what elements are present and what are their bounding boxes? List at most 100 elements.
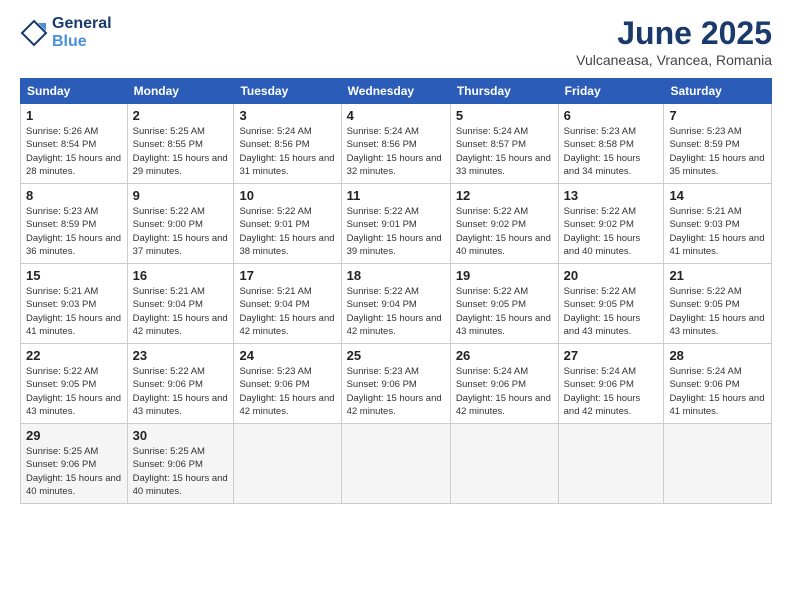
day-number: 4 <box>347 108 445 123</box>
day-info: Sunrise: 5:22 AM Sunset: 9:05 PM Dayligh… <box>669 285 766 338</box>
day-info: Sunrise: 5:23 AM Sunset: 8:58 PM Dayligh… <box>564 125 659 178</box>
day-number: 22 <box>26 348 122 363</box>
col-sunday: Sunday <box>21 79 128 104</box>
day-number: 18 <box>347 268 445 283</box>
table-row: 10 Sunrise: 5:22 AM Sunset: 9:01 PM Dayl… <box>234 184 341 264</box>
table-row: 13 Sunrise: 5:22 AM Sunset: 9:02 PM Dayl… <box>558 184 664 264</box>
day-info: Sunrise: 5:22 AM Sunset: 9:00 PM Dayligh… <box>133 205 229 258</box>
day-info: Sunrise: 5:22 AM Sunset: 9:01 PM Dayligh… <box>347 205 445 258</box>
day-number: 8 <box>26 188 122 203</box>
day-info: Sunrise: 5:24 AM Sunset: 9:06 PM Dayligh… <box>669 365 766 418</box>
table-row: 6 Sunrise: 5:23 AM Sunset: 8:58 PM Dayli… <box>558 104 664 184</box>
col-friday: Friday <box>558 79 664 104</box>
day-info: Sunrise: 5:23 AM Sunset: 8:59 PM Dayligh… <box>669 125 766 178</box>
col-monday: Monday <box>127 79 234 104</box>
table-row: 30 Sunrise: 5:25 AM Sunset: 9:06 PM Dayl… <box>127 424 234 504</box>
day-info: Sunrise: 5:22 AM Sunset: 9:06 PM Dayligh… <box>133 365 229 418</box>
table-row: 29 Sunrise: 5:25 AM Sunset: 9:06 PM Dayl… <box>21 424 128 504</box>
month-title: June 2025 <box>576 15 772 52</box>
day-number: 10 <box>239 188 335 203</box>
day-info: Sunrise: 5:24 AM Sunset: 9:06 PM Dayligh… <box>456 365 553 418</box>
table-row: 12 Sunrise: 5:22 AM Sunset: 9:02 PM Dayl… <box>450 184 558 264</box>
col-tuesday: Tuesday <box>234 79 341 104</box>
table-row: 20 Sunrise: 5:22 AM Sunset: 9:05 PM Dayl… <box>558 264 664 344</box>
day-info: Sunrise: 5:26 AM Sunset: 8:54 PM Dayligh… <box>26 125 122 178</box>
table-row: 26 Sunrise: 5:24 AM Sunset: 9:06 PM Dayl… <box>450 344 558 424</box>
table-row: 22 Sunrise: 5:22 AM Sunset: 9:05 PM Dayl… <box>21 344 128 424</box>
table-row: 23 Sunrise: 5:22 AM Sunset: 9:06 PM Dayl… <box>127 344 234 424</box>
day-info: Sunrise: 5:22 AM Sunset: 9:01 PM Dayligh… <box>239 205 335 258</box>
table-row <box>558 424 664 504</box>
table-row: 7 Sunrise: 5:23 AM Sunset: 8:59 PM Dayli… <box>664 104 772 184</box>
col-saturday: Saturday <box>664 79 772 104</box>
day-info: Sunrise: 5:21 AM Sunset: 9:03 PM Dayligh… <box>26 285 122 338</box>
day-info: Sunrise: 5:23 AM Sunset: 8:59 PM Dayligh… <box>26 205 122 258</box>
table-row: 21 Sunrise: 5:22 AM Sunset: 9:05 PM Dayl… <box>664 264 772 344</box>
day-number: 19 <box>456 268 553 283</box>
table-row: 1 Sunrise: 5:26 AM Sunset: 8:54 PM Dayli… <box>21 104 128 184</box>
day-number: 26 <box>456 348 553 363</box>
day-number: 9 <box>133 188 229 203</box>
day-number: 17 <box>239 268 335 283</box>
day-info: Sunrise: 5:22 AM Sunset: 9:05 PM Dayligh… <box>456 285 553 338</box>
day-number: 6 <box>564 108 659 123</box>
day-number: 7 <box>669 108 766 123</box>
header: General Blue June 2025 Vulcaneasa, Vranc… <box>20 15 772 68</box>
day-number: 3 <box>239 108 335 123</box>
table-row: 8 Sunrise: 5:23 AM Sunset: 8:59 PM Dayli… <box>21 184 128 264</box>
table-row: 19 Sunrise: 5:22 AM Sunset: 9:05 PM Dayl… <box>450 264 558 344</box>
table-row: 24 Sunrise: 5:23 AM Sunset: 9:06 PM Dayl… <box>234 344 341 424</box>
day-number: 13 <box>564 188 659 203</box>
table-row: 3 Sunrise: 5:24 AM Sunset: 8:56 PM Dayli… <box>234 104 341 184</box>
day-info: Sunrise: 5:21 AM Sunset: 9:03 PM Dayligh… <box>669 205 766 258</box>
table-row: 16 Sunrise: 5:21 AM Sunset: 9:04 PM Dayl… <box>127 264 234 344</box>
calendar-week-row: 8 Sunrise: 5:23 AM Sunset: 8:59 PM Dayli… <box>21 184 772 264</box>
logo-blue: Blue <box>52 33 87 50</box>
day-info: Sunrise: 5:22 AM Sunset: 9:02 PM Dayligh… <box>564 205 659 258</box>
calendar-week-row: 29 Sunrise: 5:25 AM Sunset: 9:06 PM Dayl… <box>21 424 772 504</box>
day-info: Sunrise: 5:25 AM Sunset: 8:55 PM Dayligh… <box>133 125 229 178</box>
day-number: 16 <box>133 268 229 283</box>
day-info: Sunrise: 5:22 AM Sunset: 9:05 PM Dayligh… <box>26 365 122 418</box>
day-number: 24 <box>239 348 335 363</box>
day-number: 1 <box>26 108 122 123</box>
table-row: 11 Sunrise: 5:22 AM Sunset: 9:01 PM Dayl… <box>341 184 450 264</box>
table-row <box>664 424 772 504</box>
day-number: 20 <box>564 268 659 283</box>
logo: General Blue <box>20 15 112 50</box>
day-info: Sunrise: 5:21 AM Sunset: 9:04 PM Dayligh… <box>239 285 335 338</box>
day-info: Sunrise: 5:24 AM Sunset: 8:56 PM Dayligh… <box>347 125 445 178</box>
table-row: 27 Sunrise: 5:24 AM Sunset: 9:06 PM Dayl… <box>558 344 664 424</box>
table-row: 17 Sunrise: 5:21 AM Sunset: 9:04 PM Dayl… <box>234 264 341 344</box>
day-number: 25 <box>347 348 445 363</box>
table-row: 14 Sunrise: 5:21 AM Sunset: 9:03 PM Dayl… <box>664 184 772 264</box>
table-row: 4 Sunrise: 5:24 AM Sunset: 8:56 PM Dayli… <box>341 104 450 184</box>
table-row: 5 Sunrise: 5:24 AM Sunset: 8:57 PM Dayli… <box>450 104 558 184</box>
table-row <box>450 424 558 504</box>
table-row: 25 Sunrise: 5:23 AM Sunset: 9:06 PM Dayl… <box>341 344 450 424</box>
day-number: 21 <box>669 268 766 283</box>
day-info: Sunrise: 5:23 AM Sunset: 9:06 PM Dayligh… <box>239 365 335 418</box>
day-info: Sunrise: 5:25 AM Sunset: 9:06 PM Dayligh… <box>133 445 229 498</box>
table-row: 2 Sunrise: 5:25 AM Sunset: 8:55 PM Dayli… <box>127 104 234 184</box>
day-number: 12 <box>456 188 553 203</box>
table-row <box>234 424 341 504</box>
day-info: Sunrise: 5:22 AM Sunset: 9:05 PM Dayligh… <box>564 285 659 338</box>
day-info: Sunrise: 5:22 AM Sunset: 9:04 PM Dayligh… <box>347 285 445 338</box>
calendar-week-row: 22 Sunrise: 5:22 AM Sunset: 9:05 PM Dayl… <box>21 344 772 424</box>
day-info: Sunrise: 5:25 AM Sunset: 9:06 PM Dayligh… <box>26 445 122 498</box>
table-row: 28 Sunrise: 5:24 AM Sunset: 9:06 PM Dayl… <box>664 344 772 424</box>
calendar-week-row: 15 Sunrise: 5:21 AM Sunset: 9:03 PM Dayl… <box>21 264 772 344</box>
day-number: 11 <box>347 188 445 203</box>
day-number: 14 <box>669 188 766 203</box>
day-info: Sunrise: 5:22 AM Sunset: 9:02 PM Dayligh… <box>456 205 553 258</box>
logo-svg <box>20 19 48 47</box>
subtitle: Vulcaneasa, Vrancea, Romania <box>576 52 772 68</box>
day-number: 29 <box>26 428 122 443</box>
title-block: June 2025 Vulcaneasa, Vrancea, Romania <box>576 15 772 68</box>
calendar-header-row: Sunday Monday Tuesday Wednesday Thursday… <box>21 79 772 104</box>
logo-general: General <box>52 15 112 32</box>
day-info: Sunrise: 5:24 AM Sunset: 8:57 PM Dayligh… <box>456 125 553 178</box>
col-wednesday: Wednesday <box>341 79 450 104</box>
table-row: 9 Sunrise: 5:22 AM Sunset: 9:00 PM Dayli… <box>127 184 234 264</box>
